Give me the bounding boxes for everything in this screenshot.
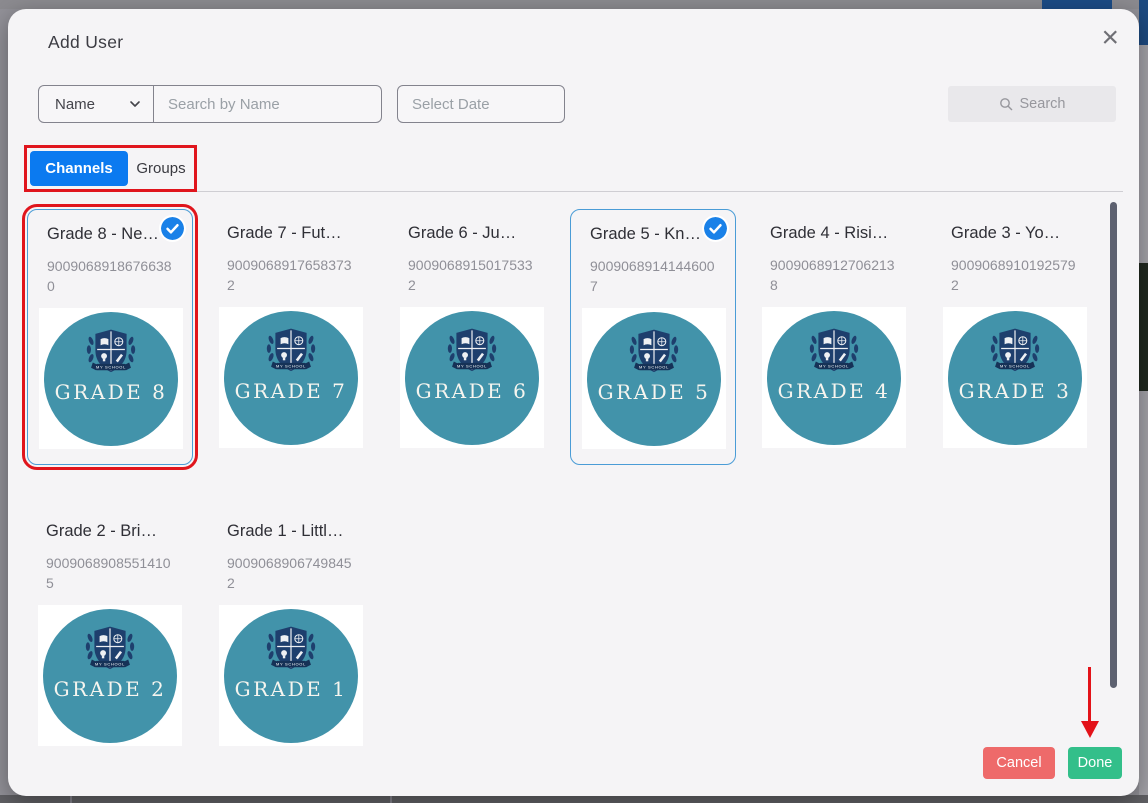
magnifier-icon [999,97,1013,111]
cancel-button[interactable]: Cancel [983,747,1055,779]
channel-name: Grade 4 - Risi… [770,224,888,243]
grade-badge-label: GRADE 1 [235,677,348,701]
crest-ribbon-text: MY SCHOOL [96,364,126,369]
channel-id: 90090689176583732 [227,256,353,295]
channel-card[interactable]: Grade 4 - Risi… 90090689127062138 [751,209,917,465]
avatar-circle: MY SCHOOL GRADE 2 [43,609,177,743]
dialog-title: Add User [48,32,123,53]
channel-card[interactable]: Grade 2 - Bri… 90090689085514105 [27,507,193,763]
background-page-bottom [0,795,1148,803]
channel-id: 90090689085514105 [46,554,172,593]
avatar-circle: MY SCHOOL GRADE 4 [767,311,901,445]
school-crest-icon: MY SCHOOL [626,327,682,379]
school-crest-icon: MY SCHOOL [263,624,319,676]
channel-avatar: MY SCHOOL GRADE 4 [762,307,906,448]
grade-badge-label: GRADE 3 [959,379,1072,403]
check-icon [704,217,727,240]
grade-badge-label: GRADE 2 [54,677,167,701]
channel-name: Grade 5 - Kn… [590,225,701,244]
avatar-circle: MY SCHOOL GRADE 5 [587,312,721,446]
annotation-arrow-head [1081,721,1099,738]
avatar-circle: MY SCHOOL GRADE 8 [44,312,178,446]
channel-name: Grade 7 - Fut… [227,224,342,243]
avatar-circle: MY SCHOOL GRADE 1 [224,609,358,743]
crest-ribbon-text: MY SCHOOL [819,363,849,368]
channel-avatar: MY SCHOOL GRADE 6 [400,307,544,448]
select-date-input[interactable] [397,85,565,123]
school-crest-icon: MY SCHOOL [987,326,1043,378]
channel-card[interactable]: Grade 5 - Kn… 90090689141446007 [570,209,736,465]
channel-card[interactable]: Grade 3 - Yo… 90090689101925792 [932,209,1098,465]
crest-ribbon-text: MY SCHOOL [95,661,125,666]
channel-name: Grade 2 - Bri… [46,522,157,541]
channel-card[interactable]: Grade 6 - Ju… 90090689150175332 [389,209,555,465]
chevron-down-icon [129,98,141,110]
channel-avatar: MY SCHOOL GRADE 7 [219,307,363,448]
channel-id: 90090689127062138 [770,256,896,295]
check-icon [161,217,184,240]
channel-avatar: MY SCHOOL GRADE 8 [39,308,183,449]
close-icon[interactable]: × [1101,21,1119,55]
avatar-circle: MY SCHOOL GRADE 3 [948,311,1082,445]
channel-id: 90090689141446007 [590,257,716,296]
background-table-line [70,795,72,803]
channel-avatar: MY SCHOOL GRADE 3 [943,307,1087,448]
background-page-right [1139,0,1148,803]
channel-avatar: MY SCHOOL GRADE 1 [219,605,363,746]
channel-id: 90090689186766380 [47,257,173,296]
background-page-top [0,0,1148,9]
channel-name: Grade 8 - Ne… [47,225,159,244]
school-crest-icon: MY SCHOOL [263,326,319,378]
crest-ribbon-text: MY SCHOOL [457,363,487,368]
channel-id: 90090689067498452 [227,554,353,593]
school-crest-icon: MY SCHOOL [82,624,138,676]
grade-badge-label: GRADE 4 [778,379,891,403]
channel-id: 90090689150175332 [408,256,534,295]
channel-name: Grade 3 - Yo… [951,224,1060,243]
channels-grid: Grade 8 - Ne… 90090689186766380 [27,209,1117,763]
grade-badge-label: GRADE 7 [235,379,348,403]
tabs-annotation-box: Channels Groups [24,145,197,192]
school-crest-icon: MY SCHOOL [83,327,139,379]
channel-card[interactable]: Grade 8 - Ne… 90090689186766380 [27,209,193,465]
grade-badge-label: GRADE 6 [416,379,529,403]
school-crest-icon: MY SCHOOL [444,326,500,378]
field-selector-value: Name [55,96,95,113]
channel-name: Grade 1 - Littl… [227,522,343,541]
annotation-arrow [1088,667,1091,723]
search-button-label: Search [1020,96,1066,112]
background-image-partial [1139,263,1148,391]
background-header-partial [1139,0,1148,45]
crest-ribbon-text: MY SCHOOL [639,364,669,369]
crest-ribbon-text: MY SCHOOL [276,363,306,368]
avatar-circle: MY SCHOOL GRADE 6 [405,311,539,445]
done-button[interactable]: Done [1068,747,1122,779]
search-by-name-input[interactable] [154,86,381,122]
channel-card[interactable]: Grade 1 - Littl… 90090689067498452 [208,507,374,763]
field-selector-dropdown[interactable]: Name [39,86,154,122]
crest-ribbon-text: MY SCHOOL [1000,363,1030,368]
name-filter-group: Name [38,85,382,123]
channel-card[interactable]: Grade 7 - Fut… 90090689176583732 [208,209,374,465]
tab-channels[interactable]: Channels [30,151,128,186]
tab-groups[interactable]: Groups [128,160,194,177]
channel-avatar: MY SCHOOL GRADE 5 [582,308,726,449]
grade-badge-label: GRADE 5 [598,380,711,404]
grade-badge-label: GRADE 8 [55,380,168,404]
add-user-dialog: Add User × Name Search Channels Groups G… [8,9,1139,796]
channel-name: Grade 6 - Ju… [408,224,516,243]
channel-id: 90090689101925792 [951,256,1077,295]
background-table-line [390,795,392,803]
search-button[interactable]: Search [948,86,1116,122]
school-crest-icon: MY SCHOOL [806,326,862,378]
vertical-scrollbar[interactable] [1110,202,1117,688]
avatar-circle: MY SCHOOL GRADE 7 [224,311,358,445]
crest-ribbon-text: MY SCHOOL [276,661,306,666]
channel-avatar: MY SCHOOL GRADE 2 [38,605,182,746]
